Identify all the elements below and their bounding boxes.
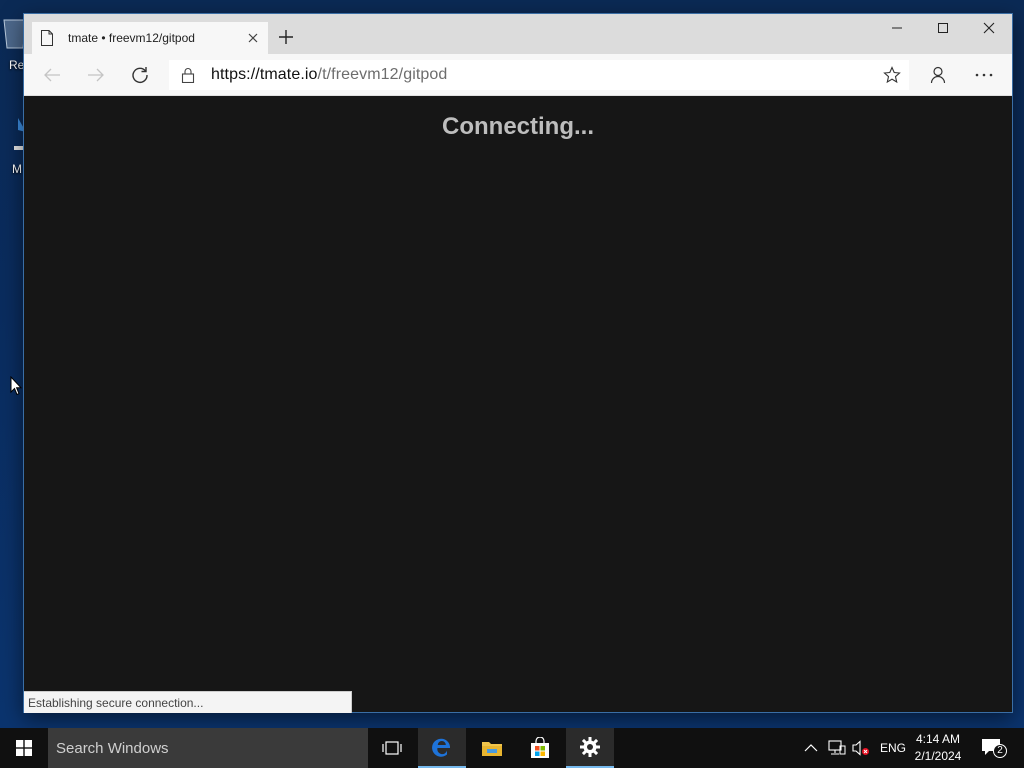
windows-logo-icon bbox=[16, 740, 32, 756]
taskbar-file-explorer-button[interactable] bbox=[468, 728, 516, 768]
url-host: https://tmate.io bbox=[211, 66, 318, 83]
network-icon[interactable] bbox=[828, 740, 846, 756]
start-button[interactable] bbox=[0, 728, 48, 768]
close-tab-icon[interactable] bbox=[246, 31, 260, 45]
clock-date: 2/1/2024 bbox=[914, 749, 962, 763]
language-indicator[interactable]: ENG bbox=[880, 741, 906, 755]
back-button[interactable] bbox=[40, 64, 64, 86]
task-view-button[interactable] bbox=[368, 728, 416, 768]
edge-icon bbox=[432, 738, 450, 757]
tab-tmate[interactable]: tmate • freevm12/gitpod bbox=[32, 22, 268, 54]
forward-button[interactable] bbox=[84, 64, 108, 86]
back-arrow-icon bbox=[44, 68, 60, 82]
show-hidden-icons-chevron-up-icon[interactable] bbox=[804, 743, 818, 753]
minimize-button[interactable] bbox=[874, 14, 920, 42]
minimize-icon bbox=[892, 27, 902, 29]
refresh-icon bbox=[132, 67, 148, 84]
maximize-icon bbox=[938, 23, 948, 33]
maximize-button[interactable] bbox=[920, 14, 966, 42]
new-tab-icon[interactable] bbox=[276, 27, 296, 47]
forward-arrow-icon bbox=[88, 68, 104, 82]
more-dots-icon bbox=[975, 73, 993, 77]
tab-title: tmate • freevm12/gitpod bbox=[68, 31, 195, 45]
mouse-cursor-icon bbox=[10, 376, 22, 396]
url-text[interactable]: https://tmate.io/t/freevm12/gitpod bbox=[211, 66, 447, 84]
desktop-icon-label: M bbox=[12, 162, 22, 176]
action-center-button[interactable]: 2 bbox=[980, 736, 1007, 760]
taskbar-edge-button[interactable] bbox=[418, 728, 466, 768]
clock-time: 4:14 AM bbox=[915, 732, 961, 746]
page-content: Connecting... Establishing secure connec… bbox=[24, 96, 1012, 713]
title-bar[interactable]: tmate • freevm12/gitpod bbox=[24, 14, 1012, 54]
gear-icon bbox=[580, 737, 600, 757]
volume-muted-icon[interactable] bbox=[852, 740, 870, 756]
browser-window: tmate • freevm12/gitpod https://tmate.io… bbox=[23, 13, 1013, 713]
notification-count-badge: 2 bbox=[993, 744, 1007, 758]
person-icon bbox=[930, 66, 946, 84]
system-tray: ENG bbox=[800, 728, 906, 768]
refresh-button[interactable] bbox=[128, 64, 152, 86]
clock[interactable]: 4:14 AM 2/1/2024 bbox=[908, 731, 968, 765]
task-view-icon bbox=[382, 741, 402, 755]
store-bag-icon bbox=[531, 737, 549, 758]
taskbar-search-input[interactable]: Search Windows bbox=[48, 728, 368, 768]
close-icon bbox=[983, 22, 995, 34]
taskbar-settings-button[interactable] bbox=[566, 728, 614, 768]
settings-more-button[interactable] bbox=[972, 64, 996, 86]
navigation-bar: https://tmate.io/t/freevm12/gitpod bbox=[24, 54, 1012, 96]
taskbar-store-button[interactable] bbox=[516, 728, 564, 768]
lock-icon[interactable] bbox=[181, 67, 195, 83]
address-bar[interactable]: https://tmate.io/t/freevm12/gitpod bbox=[169, 60, 909, 90]
favorite-star-icon[interactable] bbox=[883, 66, 901, 84]
profile-button[interactable] bbox=[926, 64, 950, 86]
connecting-message: Connecting... bbox=[442, 113, 594, 140]
taskbar: Search Windows ENG 4:14 AM 2/1/2024 2 bbox=[0, 728, 1024, 768]
url-path: /t/freevm12/gitpod bbox=[317, 66, 448, 83]
close-window-button[interactable] bbox=[966, 14, 1012, 42]
folder-icon bbox=[482, 742, 502, 756]
status-bar: Establishing secure connection... bbox=[24, 691, 352, 713]
page-icon bbox=[41, 30, 53, 46]
